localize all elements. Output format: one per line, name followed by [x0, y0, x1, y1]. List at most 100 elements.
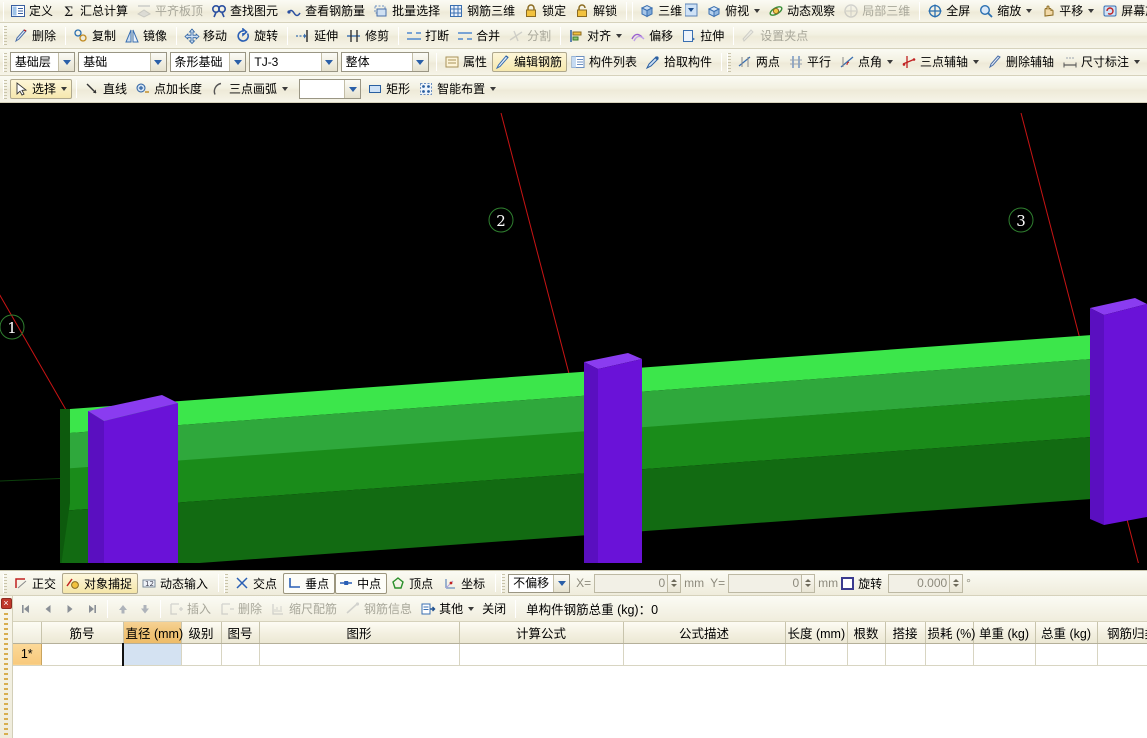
col-header-loss[interactable]: 损耗 (%) [925, 622, 973, 643]
tool-view-rebar-qty[interactable]: 查看钢筋量 [283, 1, 370, 21]
tool-lock[interactable]: 锁定 [520, 1, 571, 21]
rebar-close[interactable]: 关闭 [479, 599, 511, 619]
tool-select[interactable]: 选择 [10, 79, 72, 99]
chevron-down-icon[interactable] [61, 87, 67, 91]
tool-delete-axis[interactable]: 删除辅轴 [984, 52, 1059, 72]
rotate-spinner[interactable] [950, 574, 963, 593]
cell-formula[interactable] [459, 643, 623, 665]
chevron-down-icon[interactable] [553, 575, 569, 592]
tool-point-plus-length[interactable]: 点加长度 [132, 79, 207, 99]
col-header-bar-no[interactable]: 筋号 [41, 622, 123, 643]
cell-length[interactable] [785, 643, 847, 665]
col-header-total-weight[interactable]: 总重 (kg) [1035, 622, 1097, 643]
tool-zoom[interactable]: 缩放 [975, 1, 1037, 21]
rotate-checkbox[interactable] [841, 577, 854, 590]
col-header-shape[interactable]: 图形 [259, 622, 459, 643]
toolbar-gripper-edit[interactable] [3, 26, 7, 45]
tool-align[interactable]: 对齐 [565, 26, 627, 46]
rebar-grid[interactable]: 筋号 直径 (mm) 级别 图号 图形 计算公式 公式描述 长度 (mm) 根数… [13, 622, 1147, 738]
statusbar-gripper-offset[interactable] [501, 574, 505, 593]
floor-select[interactable]: 基础层 [10, 52, 75, 72]
chevron-down-icon[interactable] [754, 9, 760, 13]
cell-lap[interactable] [885, 643, 925, 665]
tool-move[interactable]: 移动 [181, 26, 232, 46]
component-type-select[interactable]: 条形基础 [170, 52, 247, 72]
first-record-icon[interactable] [15, 599, 37, 619]
col-header-grade[interactable]: 级别 [181, 622, 221, 643]
cell-figure-no[interactable] [221, 643, 259, 665]
chevron-down-icon[interactable] [1134, 60, 1140, 64]
tool-mirror[interactable]: 镜像 [121, 26, 172, 46]
col-header-figure-no[interactable]: 图号 [221, 622, 259, 643]
3d-viewport[interactable]: 1 2 3 B 1 2 3 Z [0, 103, 1147, 570]
x-input[interactable]: 0 [594, 574, 668, 593]
tool-screen-rotate[interactable]: 屏幕旋 [1099, 1, 1147, 21]
tool-break[interactable]: 打断 [403, 26, 454, 46]
tool-point-angle[interactable]: 点角 [836, 52, 898, 72]
chevron-down-icon[interactable] [490, 87, 496, 91]
component-part-select[interactable]: 整体 [341, 52, 429, 72]
tool-pan[interactable]: 平移 [1037, 1, 1099, 21]
toolbar-gripper-draw[interactable] [3, 80, 7, 99]
tool-stretch[interactable]: 拉伸 [678, 26, 729, 46]
toggle-object-snap[interactable]: 对象捕捉 [62, 573, 138, 594]
cell-shape[interactable] [259, 643, 459, 665]
component-name-select[interactable]: TJ-3 [249, 52, 337, 72]
snap-perpendicular[interactable]: 垂点 [283, 573, 335, 594]
snap-intersection[interactable]: 交点 [231, 573, 283, 594]
tool-merge[interactable]: 合并 [454, 26, 505, 46]
tool-summary-calc[interactable]: Σ 汇总计算 [58, 1, 133, 21]
x-spinner[interactable] [668, 574, 681, 593]
last-record-icon[interactable] [81, 599, 103, 619]
chevron-down-icon[interactable] [58, 53, 74, 71]
chevron-down-icon[interactable] [344, 80, 360, 98]
tool-copy[interactable]: 复制 [70, 26, 121, 46]
cell-grade[interactable] [181, 643, 221, 665]
next-record-icon[interactable] [59, 599, 81, 619]
tool-trim[interactable]: 修剪 [343, 26, 394, 46]
toolbar-gripper[interactable] [3, 2, 4, 21]
col-header-rownum[interactable] [13, 622, 41, 643]
tool-dynamic-orbit[interactable]: 动态观察 [765, 1, 840, 21]
tool-extend[interactable]: 延伸 [292, 26, 343, 46]
toolbar-gripper-comp[interactable] [3, 53, 7, 72]
tool-parallel[interactable]: 平行 [785, 52, 836, 72]
col-header-count[interactable]: 根数 [847, 622, 885, 643]
tool-three-point-arc[interactable]: 三点画弧 [207, 79, 293, 99]
prev-record-icon[interactable] [37, 599, 59, 619]
col-header-diameter[interactable]: 直径 (mm) [123, 622, 181, 643]
tool-smart-layout[interactable]: 智能布置 [415, 79, 501, 99]
chevron-down-icon[interactable] [973, 60, 979, 64]
rebar-other[interactable]: 其他 [417, 599, 479, 619]
y-spinner[interactable] [802, 574, 815, 593]
tool-3d-view[interactable]: 三维 [636, 1, 703, 21]
cell-classify[interactable] [1097, 643, 1147, 665]
tool-fullscreen[interactable]: 全屏 [924, 1, 975, 21]
col-header-formula[interactable]: 计算公式 [459, 622, 623, 643]
move-up-icon[interactable] [112, 599, 134, 619]
cell-bar-no[interactable] [41, 643, 123, 665]
toggle-dynamic-input[interactable]: 12 动态输入 [138, 573, 214, 594]
close-icon[interactable]: × [1, 598, 12, 609]
tool-find-element[interactable]: 查找图元 [208, 1, 283, 21]
toolbar-gripper-axis[interactable] [727, 53, 731, 72]
tool-offset[interactable]: 偏移 [627, 26, 678, 46]
chevron-down-icon[interactable] [150, 53, 166, 71]
chevron-down-icon[interactable] [229, 53, 245, 71]
toggle-ortho[interactable]: 正交 [10, 573, 62, 594]
tool-batch-select[interactable]: 批量选择 [370, 1, 445, 21]
cell-total-weight[interactable] [1035, 643, 1097, 665]
statusbar-gripper-snap[interactable] [224, 574, 228, 593]
tool-pick-component[interactable]: 拾取构件 [642, 52, 717, 72]
col-header-unit-weight[interactable]: 单重 (kg) [973, 622, 1035, 643]
tool-properties[interactable]: 属性 [441, 52, 492, 72]
move-down-icon[interactable] [134, 599, 156, 619]
offset-mode-select[interactable]: 不偏移 [508, 574, 570, 593]
cell-count[interactable] [847, 643, 885, 665]
chevron-down-icon[interactable] [468, 607, 474, 611]
chevron-down-icon[interactable] [616, 34, 622, 38]
tool-three-point-axis[interactable]: 三点辅轴 [898, 52, 984, 72]
statusbar-gripper[interactable] [3, 574, 7, 593]
3d-scene[interactable]: 1 2 3 B 1 2 3 Z [0, 103, 1147, 563]
cell-unit-weight[interactable] [973, 643, 1035, 665]
